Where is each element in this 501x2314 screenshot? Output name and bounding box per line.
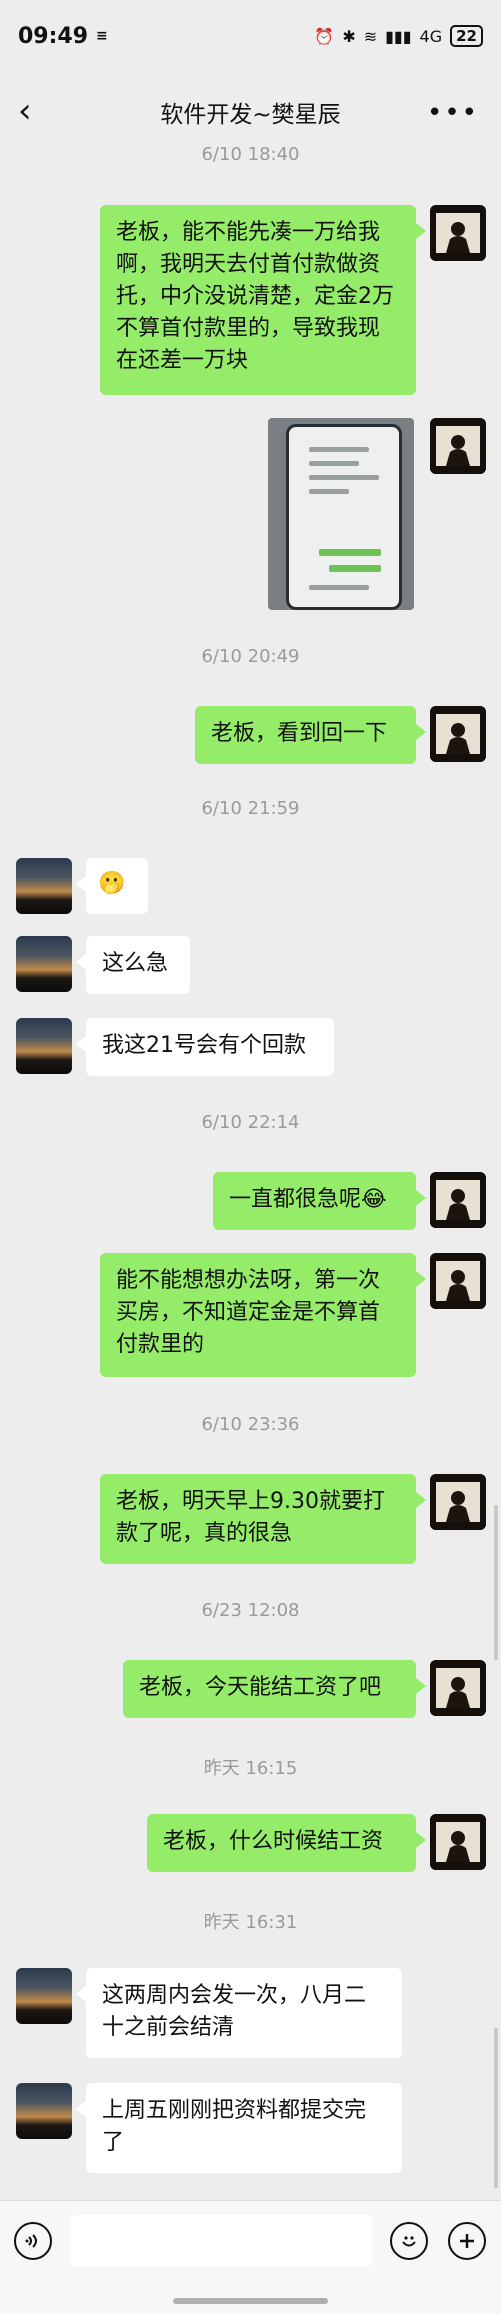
message-bubble-other[interactable]: 上周五刚刚把资料都提交完了 xyxy=(76,2083,402,2173)
input-bar xyxy=(0,2200,501,2314)
my-avatar[interactable] xyxy=(430,1172,486,1228)
timestamp: 6/10 20:49 xyxy=(201,646,300,667)
message-bubble-me[interactable]: 老板，看到回一下 xyxy=(195,706,426,764)
message-input[interactable] xyxy=(70,2215,372,2267)
message-bubble-me[interactable]: 老板，今天能结工资了吧 xyxy=(123,1660,426,1718)
message-bubble-me[interactable]: 老板，明天早上9.30就要打款了呢，真的很急 xyxy=(100,1474,426,1564)
timestamp: 6/10 21:59 xyxy=(201,798,300,819)
contact-avatar[interactable] xyxy=(16,858,72,914)
status-time: 09:49 xyxy=(18,23,89,49)
my-avatar[interactable] xyxy=(430,1253,486,1309)
timestamp: 昨天 16:31 xyxy=(203,1912,298,1933)
my-avatar[interactable] xyxy=(430,1474,486,1530)
message-bubble-other[interactable]: 我这21号会有个回款 xyxy=(76,1018,334,1076)
status-right: ⏰ ✱ ≋ ▮▮▮ 4G 22 xyxy=(314,25,483,47)
alarm-icon: ⏰ xyxy=(314,26,335,46)
emoji-icon[interactable] xyxy=(390,2222,428,2260)
contact-avatar[interactable] xyxy=(16,2083,72,2139)
message-bubble-other[interactable]: 🫢 xyxy=(76,858,148,914)
chat-title: 软件开发~樊星辰 xyxy=(160,102,341,128)
message-bubble-me[interactable]: 能不能想想办法呀，第一次买房，不知道定金是不算首付款里的 xyxy=(100,1253,426,1377)
contact-avatar[interactable] xyxy=(16,1018,72,1074)
timestamp: 6/10 18:40 xyxy=(201,144,300,165)
nav-bar: ‹ 软件开发~樊星辰 ••• xyxy=(0,72,501,152)
message-bubble-me[interactable]: 老板，什么时候结工资 xyxy=(147,1814,426,1872)
status-bar: 09:49 ≡ ⏰ ✱ ≋ ▮▮▮ 4G 22 xyxy=(0,0,501,72)
my-avatar[interactable] xyxy=(430,418,486,474)
timestamp: 6/10 22:14 xyxy=(201,1112,300,1133)
plus-icon[interactable] xyxy=(448,2222,486,2260)
timestamp: 6/23 12:08 xyxy=(201,1600,300,1621)
home-indicator[interactable] xyxy=(173,2298,328,2304)
my-avatar[interactable] xyxy=(430,205,486,261)
timestamp: 6/10 23:36 xyxy=(201,1414,300,1435)
my-avatar[interactable] xyxy=(430,1660,486,1716)
message-bubble-me[interactable]: 老板，能不能先凑一万给我啊，我明天去付首付款做资托，中介没说清楚，定金2万不算首… xyxy=(100,205,426,395)
contact-avatar[interactable] xyxy=(16,936,72,992)
message-bubble-other[interactable]: 这么急 xyxy=(76,936,190,994)
scrollbar-thumb[interactable] xyxy=(494,2028,498,2188)
my-avatar[interactable] xyxy=(430,1814,486,1870)
message-bubble-me[interactable]: 一直都很急呢😂 xyxy=(213,1172,426,1230)
timestamp: 昨天 16:15 xyxy=(203,1758,298,1779)
back-arrow-icon[interactable]: ‹ xyxy=(18,94,32,128)
image-message[interactable] xyxy=(268,418,414,610)
bluetooth-icon: ✱ xyxy=(342,26,356,46)
voice-icon[interactable] xyxy=(14,2222,52,2260)
scrollbar-thumb[interactable] xyxy=(494,1505,498,1660)
my-avatar[interactable] xyxy=(430,706,486,762)
contact-avatar[interactable] xyxy=(16,1968,72,2024)
more-icon[interactable]: ••• xyxy=(427,98,479,128)
status-left: 09:49 ≡ xyxy=(18,24,108,49)
signal-icon: ▮▮▮ xyxy=(385,26,412,46)
network-type: 4G xyxy=(419,26,443,46)
wifi-icon: ≋ xyxy=(363,26,378,46)
image-photo-screen xyxy=(286,424,402,610)
message-bubble-other[interactable]: 这两周内会发一次，八月二十之前会结清 xyxy=(76,1968,402,2058)
battery-level: 22 xyxy=(450,25,483,47)
app-notification-icon: ≡ xyxy=(96,28,108,44)
